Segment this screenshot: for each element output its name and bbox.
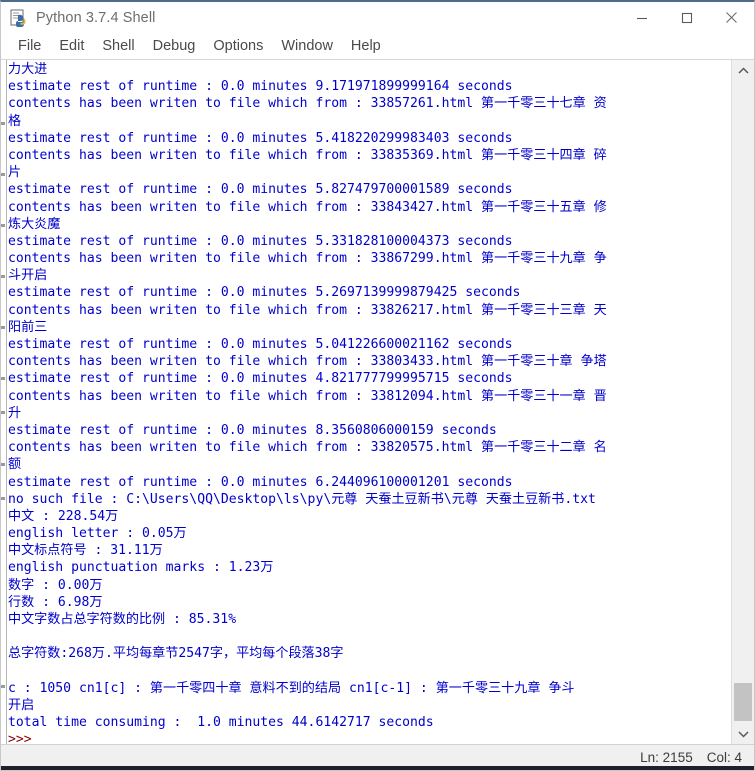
menu-item-edit[interactable]: Edit [50,36,93,57]
console-line: 力大进 [8,62,48,77]
console-line: 行数 : 6.98万 [8,594,103,610]
console-lines: 力大进 estimate rest of runtime : 0.0 minute… [8,60,731,744]
close-icon[interactable] [709,2,754,33]
menu-item-help[interactable]: Help [342,36,390,57]
menu-item-debug[interactable]: Debug [144,36,205,57]
console-line: 斗开启 [8,268,48,284]
console-line: contents has been writen to file which f… [8,147,607,163]
menu-item-window[interactable]: Window [272,36,342,57]
console-line: 数字 : 0.00万 [8,577,103,593]
menu-item-file[interactable]: File [9,36,50,57]
console-line: c : 1050 cn1[c] : 第一千零四十章 意料不到的结局 cn1[c-… [8,680,575,696]
console-line: estimate rest of runtime : 0.0 minutes 5… [8,285,521,301]
console-line: estimate rest of runtime : 0.0 minutes 5… [8,182,513,198]
window-title: Python 3.7.4 Shell [36,9,156,26]
chevron-up-icon[interactable] [732,60,754,81]
console-line: contents has been writen to file which f… [8,96,607,112]
console-line: 中文标点符号 : 31.11万 [8,543,163,559]
menu-bar: File Edit Shell Debug Options Window Hel… [1,33,754,60]
console-line: contents has been writen to file which f… [8,388,607,404]
console-line: estimate rest of runtime : 0.0 minutes 6… [8,474,513,490]
idle-shell-window: Python 3.7.4 Shell File Edit Shell Debug… [0,0,755,771]
taskbar-sliver [1,766,754,770]
console-line: no such file : C:\Users\QQ\Desktop\ls\py… [8,491,596,507]
status-line-number: Ln: 2155 [640,750,693,765]
shell-prompt[interactable]: >>> [8,731,731,744]
status-column-number: Col: 4 [706,750,742,765]
console-line: 格 [8,113,22,129]
window-controls [619,2,754,33]
console-line: estimate rest of runtime : 0.0 minutes 5… [8,337,513,352]
console-line: 总字符数:268万.平均每章节2547字，平均每个段落38字 [8,646,344,662]
shell-text-area[interactable]: 力大进 estimate rest of runtime : 0.0 minute… [1,60,754,744]
console-line: estimate rest of runtime : 0.0 minutes 5… [8,233,513,249]
console-line: estimate rest of runtime : 0.0 minutes 4… [8,371,513,387]
console-line: estimate rest of runtime : 0.0 minutes 8… [8,422,497,438]
console-line: 升 [8,405,22,421]
title-bar[interactable]: Python 3.7.4 Shell [1,2,754,33]
minimize-icon[interactable] [619,2,664,33]
vertical-scrollbar[interactable] [731,60,754,744]
console-line: 开启 [8,697,35,713]
console-output[interactable]: 力大进 estimate rest of runtime : 0.0 minute… [7,60,731,744]
console-line: total time consuming : 1.0 minutes 44.61… [8,715,434,731]
console-line: 阳前三 [8,319,48,335]
console-line: contents has been writen to file which f… [8,199,607,215]
console-line: estimate rest of runtime : 0.0 minutes 5… [8,130,513,146]
python-idle-icon [10,9,28,27]
scrollbar-track[interactable] [732,81,754,723]
console-line: contents has been writen to file which f… [8,251,607,267]
console-line: 中文字数占总字符数的比例 : 85.31% [8,612,237,627]
console-line: 片 [8,165,22,181]
maximize-icon[interactable] [664,2,709,33]
console-line: 中文 : 228.54万 [8,508,119,524]
chevron-down-icon[interactable] [732,723,754,744]
console-line: contents has been writen to file which f… [8,354,607,370]
console-line: 炼大炎魔 [8,216,61,232]
scrollbar-thumb[interactable] [734,683,752,721]
console-line: english punctuation marks : 1.23万 [8,560,274,576]
console-line: contents has been writen to file which f… [8,440,607,456]
menu-item-options[interactable]: Options [204,36,272,57]
console-line: estimate rest of runtime : 0.0 minutes 9… [8,79,513,95]
console-line: english letter : 0.05万 [8,526,187,542]
console-line: contents has been writen to file which f… [8,302,607,318]
menu-item-shell[interactable]: Shell [93,36,143,57]
console-line: 额 [8,457,22,473]
